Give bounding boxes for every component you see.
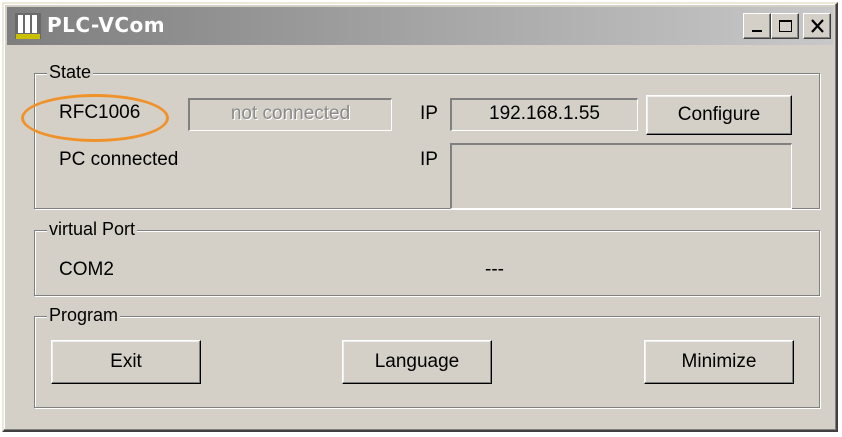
window-title: PLC-VCom xyxy=(47,13,166,37)
port-name-label: COM2 xyxy=(59,259,114,280)
virtual-port-group: virtual Port xyxy=(34,218,820,296)
minimize-icon xyxy=(752,30,762,32)
rfc-status-field: not connected xyxy=(188,98,392,131)
minimize-window-button[interactable] xyxy=(743,13,771,39)
port-status-label: --- xyxy=(485,259,504,280)
ip-address-field: 192.168.1.55 xyxy=(450,98,638,131)
maximize-window-button[interactable] xyxy=(771,13,799,39)
configure-button[interactable]: Configure xyxy=(646,95,792,135)
maximize-icon xyxy=(779,20,792,32)
rfc1006-label: RFC1006 xyxy=(59,102,141,123)
program-group-label: Program xyxy=(47,304,121,326)
plc-vcom-window: PLC-VCom State RFC1006 not connected IP … xyxy=(2,2,838,432)
state-group-label: State xyxy=(47,61,94,83)
close-window-button[interactable] xyxy=(803,13,831,39)
title-bar[interactable]: PLC-VCom xyxy=(7,7,833,45)
pc-connected-label: PC connected xyxy=(59,149,179,170)
virtual-port-group-label: virtual Port xyxy=(47,218,138,240)
close-icon xyxy=(811,19,824,33)
pc-ip-field xyxy=(450,143,792,209)
pc-ip-label: IP xyxy=(420,149,438,170)
language-button[interactable]: Language xyxy=(342,340,492,384)
ip-label: IP xyxy=(420,103,438,124)
minimize-button[interactable]: Minimize xyxy=(644,340,794,384)
exit-button[interactable]: Exit xyxy=(51,340,201,384)
app-logo-icon xyxy=(15,13,41,39)
